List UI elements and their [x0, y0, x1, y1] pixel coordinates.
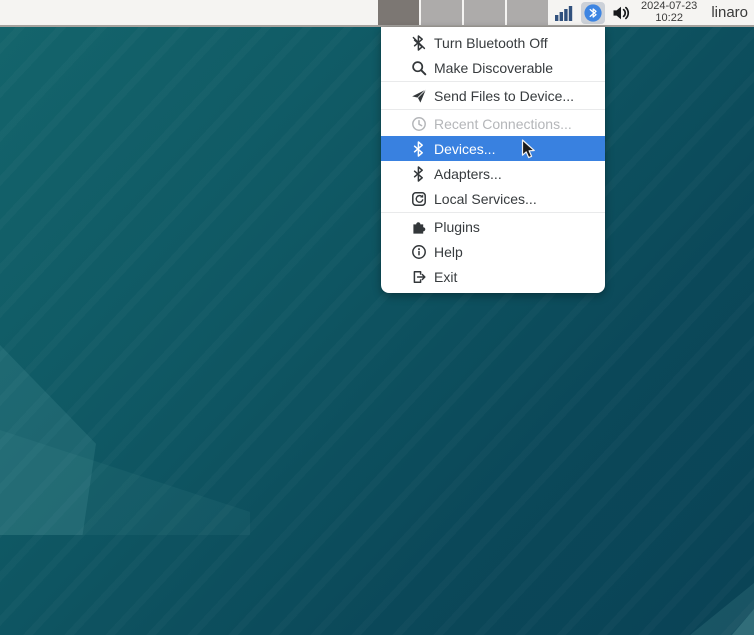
workspace-button-4[interactable] [507, 0, 548, 25]
volume-icon[interactable] [612, 2, 631, 24]
workspace-button-2[interactable] [421, 0, 462, 25]
bluetooth-tray-icon[interactable] [581, 1, 606, 24]
bluetooth-icon [411, 165, 427, 182]
menu-item-label: Exit [434, 268, 458, 285]
menu-item-label: Send Files to Device... [434, 87, 575, 104]
menu-item-recent-connections: Recent Connections... [381, 111, 605, 136]
menu-item-help[interactable]: Help [381, 239, 605, 264]
menu-item-label: Turn Bluetooth Off [434, 34, 548, 51]
clock-time: 10:22 [655, 11, 683, 24]
user-menu[interactable]: linaro [707, 4, 752, 21]
clock-icon [411, 116, 427, 132]
menu-item-turn-bluetooth-off[interactable]: Turn Bluetooth Off [381, 30, 605, 55]
exit-icon [411, 269, 427, 285]
wallpaper-streaks [0, 0, 754, 635]
network-signal-icon[interactable] [554, 2, 574, 24]
menu-item-label: Plugins [434, 218, 480, 235]
clock-date: 2024-07-23 [641, 0, 698, 12]
menu-item-local-services[interactable]: Local Services... [381, 186, 605, 211]
bluetooth-menu: Turn Bluetooth Off Make Discoverable Sen… [381, 27, 605, 293]
search-icon [411, 60, 427, 76]
menu-item-make-discoverable[interactable]: Make Discoverable [381, 55, 605, 80]
help-icon [411, 244, 427, 260]
bluetooth-disabled-icon [411, 34, 427, 51]
menu-item-label: Local Services... [434, 190, 537, 207]
menu-item-adapters[interactable]: Adapters... [381, 161, 605, 186]
send-icon [411, 88, 427, 104]
menu-item-plugins[interactable]: Plugins [381, 214, 605, 239]
workspace-pager [378, 0, 548, 25]
services-icon [411, 191, 427, 207]
desktop-wallpaper [0, 0, 754, 635]
menu-item-label: Recent Connections... [434, 115, 572, 132]
menu-item-exit[interactable]: Exit [381, 264, 605, 289]
menu-separator [381, 81, 605, 82]
plugins-icon [411, 219, 427, 235]
panel-clock[interactable]: 2024-07-23 10:22 [638, 0, 700, 24]
menu-item-label: Make Discoverable [434, 59, 554, 76]
workspace-button-1[interactable] [378, 0, 419, 25]
mouse-cursor [521, 139, 540, 161]
bluetooth-icon [411, 140, 427, 157]
workspace-button-3[interactable] [464, 0, 505, 25]
menu-item-send-files[interactable]: Send Files to Device... [381, 83, 605, 108]
menu-item-label: Adapters... [434, 165, 502, 182]
menu-separator [381, 109, 605, 110]
menu-item-label: Help [434, 243, 463, 260]
system-tray: 2024-07-23 10:22 linaro [554, 0, 752, 25]
menu-separator [381, 212, 605, 213]
top-panel: 2024-07-23 10:22 linaro [0, 0, 754, 27]
menu-item-label: Devices... [434, 140, 496, 157]
menu-item-devices[interactable]: Devices... [381, 136, 605, 161]
